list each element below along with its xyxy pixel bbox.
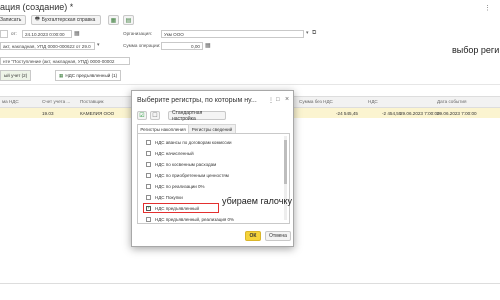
cell-date-1: 29.06.2023 7:00:00 (400, 111, 440, 116)
col-event-date[interactable]: Дата события (437, 99, 466, 104)
dialog-close-icon[interactable]: × (285, 96, 289, 103)
date-from-label: от: (11, 31, 17, 36)
op-amount-field[interactable]: 0,00 (161, 42, 203, 50)
dialog-maximize-icon[interactable]: □ (276, 97, 280, 103)
checkbox-item-4[interactable] (146, 184, 151, 189)
chart-icon: ▤ (125, 17, 132, 24)
col-vat-amount[interactable]: ма НДС (2, 99, 19, 104)
registers-list: НДС авансы по договорам комиссии НДС нач… (137, 133, 290, 224)
checkbox-item-1[interactable] (146, 151, 151, 156)
table-toolbar-line (0, 84, 500, 85)
dialog-title: Выберите регистры, по которым ну... (137, 97, 257, 104)
uncheck-all-icon: ☐ (152, 113, 158, 119)
list-item: НДС предъявленный, реализация 0% (155, 217, 235, 222)
list-item: НДС по реализации 0% (155, 184, 205, 189)
tab-accounting[interactable]: ый учет (2) (0, 70, 32, 81)
list-scroll-thumb[interactable] (284, 140, 287, 184)
calendar-icon[interactable]: ▦ (74, 30, 80, 37)
dropdown-icon[interactable]: ▾ (97, 42, 100, 48)
report-button[interactable]: ▦ (108, 15, 119, 25)
chart-button[interactable]: ▤ (123, 15, 134, 25)
more-icon[interactable]: ⋮ (484, 4, 491, 12)
accounting-reference-button[interactable]: 🖶 Бухгалтерская справка (31, 15, 101, 25)
col-account[interactable]: Счет учета ... (42, 99, 70, 104)
op-amount-label: Сумма операции: (123, 43, 161, 48)
cell-amount: -24 545,45 (336, 111, 358, 116)
vat-icon: ▦ (59, 72, 64, 78)
post-button[interactable]: Записать (0, 15, 26, 25)
document-field[interactable]: акт, накладная, УПД 0000-000622 от 29.0 (0, 42, 95, 50)
annotation-select-registers: выбор реги (452, 45, 500, 55)
cancel-button[interactable]: Отмена (265, 231, 291, 241)
list-item: НДС по приобретенным ценностям (155, 173, 229, 178)
number-field[interactable] (0, 30, 8, 38)
report-icon: ▦ (110, 17, 117, 24)
checkbox-item-2[interactable] (146, 162, 151, 167)
check-all-button[interactable]: ☑ (137, 111, 147, 120)
standard-setting-button[interactable]: Стандартная настройка (168, 110, 226, 122)
list-item: НДС начисленный (155, 151, 194, 156)
org-field[interactable]: Укм ООО (161, 30, 304, 38)
checkbox-item-3[interactable] (146, 173, 151, 178)
cell-date-2: 29.06.2023 7:00:00 (437, 111, 477, 116)
list-item: НДС по косвенным расходам (155, 162, 217, 167)
table-footer-line (0, 283, 500, 284)
col-supplier[interactable]: Поставщик (80, 99, 104, 104)
window-title: ация (создание) * (0, 2, 74, 12)
date-field[interactable]: 24.10.2023 0:00:00 (22, 30, 72, 38)
col-amount-no-vat[interactable]: Сумма без НДС (299, 99, 333, 104)
cell-supplier: КАМЕЛИЯ ООО (80, 111, 115, 116)
highlight-box (143, 203, 219, 213)
tab-vat-presented[interactable]: ▦ НДС предъявленный (1) (55, 70, 122, 81)
printer-icon: 🖶 (35, 16, 40, 22)
open-icon[interactable]: ⧉ (312, 30, 316, 37)
checkbox-item-0[interactable] (146, 140, 151, 145)
annotation-remove-check: убираем галочку (222, 196, 292, 206)
ok-button[interactable]: ОК (245, 231, 261, 241)
basis-field[interactable]: нте "Поступление (акт, накладная, УПД) 0… (0, 57, 130, 65)
list-item: НДС Покупки (155, 195, 183, 200)
dropdown-icon[interactable]: ▾ (306, 30, 309, 36)
cell-vat: -2 454,55 (382, 111, 402, 116)
check-all-icon: ☑ (139, 113, 145, 119)
org-label: Организация: (123, 31, 152, 36)
select-registers-dialog: Выберите регистры, по которым ну... ⋮ □ … (131, 90, 294, 247)
col-vat[interactable]: НДС (368, 99, 378, 104)
uncheck-all-button[interactable]: ☐ (150, 111, 160, 120)
dialog-more-icon[interactable]: ⋮ (268, 97, 274, 104)
cell-account: 19.03 (42, 111, 54, 116)
list-item: НДС авансы по договорам комиссии (155, 140, 232, 145)
checkbox-item-5[interactable] (146, 195, 151, 200)
checkbox-item-7[interactable] (146, 217, 151, 222)
calculator-icon[interactable]: ▦ (205, 42, 211, 49)
